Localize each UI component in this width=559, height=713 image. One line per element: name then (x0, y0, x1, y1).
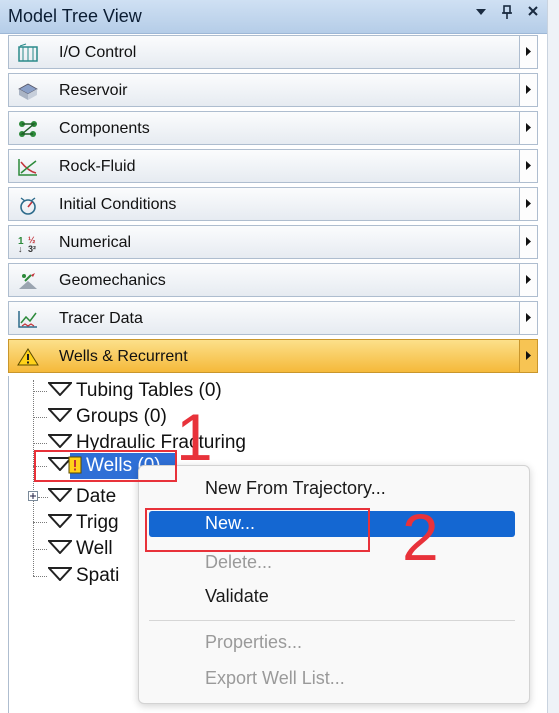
tree-item-label: Well (76, 538, 113, 560)
tree-item-label: Spati (76, 565, 120, 587)
annotation-number-step1: 1 (176, 400, 213, 474)
model-tree-view-panel: Model Tree View I/O Control Reservoir Co… (0, 0, 559, 713)
expand-arrow-icon[interactable] (519, 150, 537, 182)
section-numerical[interactable]: 1 ½ ↓ 3² Numerical (8, 225, 538, 259)
panel-right-edge (547, 0, 559, 713)
section-wells-recurrent[interactable]: Wells & Recurrent (8, 339, 538, 373)
tree-connector (33, 549, 47, 550)
expand-arrow-icon[interactable] (519, 302, 537, 334)
warning-icon (17, 347, 39, 367)
tree-item-groups[interactable]: Groups (0) (46, 406, 167, 428)
dropdown-icon[interactable] (473, 4, 489, 25)
expand-arrow-icon[interactable] (519, 264, 537, 296)
section-geomechanics[interactable]: Geomechanics (8, 263, 538, 297)
collapse-triangle-icon (46, 486, 74, 508)
tree-item-label: Date (76, 486, 117, 508)
expand-arrow-icon[interactable] (519, 112, 537, 144)
section-label: Rock-Fluid (59, 158, 136, 175)
tree-item-tubing-tables[interactable]: Tubing Tables (0) (46, 380, 222, 402)
annotation-box-step1 (34, 450, 177, 482)
tree-item-date[interactable]: Date (46, 486, 117, 508)
collapse-triangle-icon (46, 406, 74, 428)
section-label: Tracer Data (59, 310, 143, 327)
section-label: Reservoir (59, 82, 128, 99)
tree-connector (33, 576, 47, 577)
tracer-data-icon (17, 309, 39, 329)
collapse-triangle-icon (46, 380, 74, 402)
rock-fluid-icon (17, 157, 39, 177)
section-tracer-data[interactable]: Tracer Data (8, 301, 538, 335)
collapse-triangle-icon (46, 565, 74, 587)
section-label: Initial Conditions (59, 196, 177, 213)
io-control-icon (17, 43, 39, 63)
section-label: Wells & Recurrent (59, 348, 188, 365)
collapse-triangle-icon (46, 512, 74, 534)
section-rock-fluid[interactable]: Rock-Fluid (8, 149, 538, 183)
menu-item-properties: Properties... (205, 632, 303, 652)
tree-item-label: Groups (0) (76, 406, 167, 428)
tree-connector (33, 391, 47, 392)
expand-arrow-icon[interactable] (519, 340, 537, 372)
svg-text:↓: ↓ (18, 244, 23, 253)
tree-item-well[interactable]: Well (46, 538, 113, 560)
components-icon (17, 119, 39, 139)
geomechanics-icon (17, 271, 39, 291)
tree-item-label: Trigg (76, 512, 119, 534)
expand-arrow-icon[interactable] (519, 188, 537, 220)
section-label: Geomechanics (59, 272, 166, 289)
menu-separator (149, 620, 515, 621)
menu-item-delete: Delete... (205, 552, 273, 572)
section-initial-conditions[interactable]: Initial Conditions (8, 187, 538, 221)
tree-connector (38, 497, 48, 498)
expand-arrow-icon[interactable] (519, 36, 537, 68)
panel-title-bar: Model Tree View (0, 0, 547, 34)
expand-arrow-icon[interactable] (519, 74, 537, 106)
section-label: Numerical (59, 234, 132, 251)
panel-title: Model Tree View (8, 6, 142, 26)
menu-item-new-from-trajectory[interactable]: New From Trajectory... (205, 478, 386, 499)
tree-item-label: Tubing Tables (0) (76, 380, 222, 402)
tree-connector (33, 522, 47, 523)
numerical-icon: 1 ½ ↓ 3² (17, 233, 39, 254)
section-reservoir[interactable]: Reservoir (8, 73, 538, 107)
tree-item-spatial[interactable]: Spati (46, 565, 120, 587)
svg-text:3²: 3² (28, 244, 36, 253)
pin-icon[interactable] (499, 4, 515, 25)
expand-arrow-icon[interactable] (519, 226, 537, 258)
expand-plus-icon[interactable] (28, 491, 38, 501)
section-io-control[interactable]: I/O Control (8, 35, 538, 69)
collapse-triangle-icon (46, 538, 74, 560)
annotation-number-step2: 2 (402, 500, 439, 574)
initial-conditions-icon (17, 195, 39, 215)
tree-item-trigger[interactable]: Trigg (46, 512, 119, 534)
tree-connector (33, 443, 47, 444)
panel-title-buttons (473, 4, 541, 25)
menu-item-export-well-list: Export Well List... (205, 668, 345, 688)
reservoir-icon (17, 81, 39, 101)
menu-item-validate[interactable]: Validate (205, 586, 269, 607)
annotation-box-step2 (145, 508, 370, 552)
close-icon[interactable] (525, 4, 541, 25)
section-label: Components (59, 120, 150, 137)
context-menu: New From Trajectory... New... Delete... … (138, 465, 530, 704)
section-components[interactable]: Components (8, 111, 538, 145)
section-label: I/O Control (59, 44, 137, 61)
tree-connector (33, 417, 47, 418)
